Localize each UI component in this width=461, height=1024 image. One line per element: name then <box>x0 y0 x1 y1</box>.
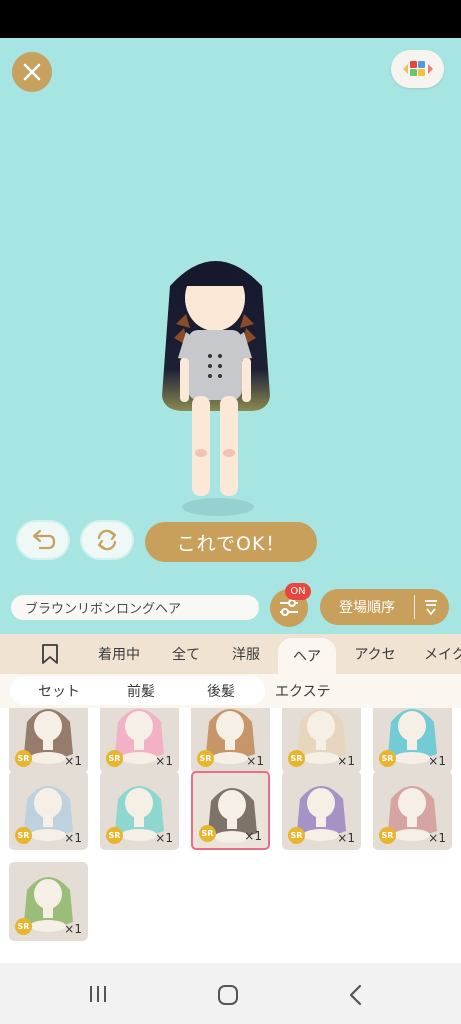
filter-on-badge: ON <box>285 583 311 600</box>
rarity-badge: SR <box>15 918 32 935</box>
hair-item-card[interactable]: SR ×1 <box>373 708 452 773</box>
subtab-back-hair[interactable]: 後髪 <box>207 674 235 708</box>
rarity-badge: SR <box>379 827 396 844</box>
hair-item-card[interactable]: SR ×1 <box>9 862 88 941</box>
hair-item-card[interactable]: SR ×1 <box>282 708 361 773</box>
rarity-badge: SR <box>288 827 305 844</box>
close-button[interactable] <box>12 52 52 92</box>
close-icon <box>23 63 41 81</box>
undo-button[interactable] <box>16 520 70 560</box>
hair-item-card[interactable]: SR ×1 <box>9 708 88 773</box>
item-count: ×1 <box>337 754 355 768</box>
back-icon[interactable] <box>346 983 366 1007</box>
item-count: ×1 <box>155 831 173 845</box>
hair-item-grid: SR ×1 SR ×1 SR ×1 SR ×1 SR ×1 SR ×1 SR ×1 SR ×1 SR ×1 SR ×1… <box>0 708 461 963</box>
rarity-badge: SR <box>288 750 305 767</box>
system-nav-bar <box>0 963 461 1024</box>
sort-order-button[interactable]: 登場順序 <box>320 589 449 625</box>
preview-stage: これでOK！ <box>0 38 461 580</box>
subtab-extensions[interactable]: エクステ <box>275 674 331 708</box>
rarity-badge: SR <box>15 827 32 844</box>
hair-item-card[interactable]: SR ×1 <box>100 708 179 773</box>
item-count: ×1 <box>64 922 82 936</box>
sort-divider <box>414 595 415 619</box>
item-count: ×1 <box>337 831 355 845</box>
rarity-badge: SR <box>197 750 214 767</box>
recents-icon[interactable] <box>87 983 109 1005</box>
rarity-badge: SR <box>106 827 123 844</box>
rarity-badge: SR <box>15 750 32 767</box>
item-count: ×1 <box>246 754 264 768</box>
undo-icon <box>32 529 56 550</box>
bookmark-icon <box>42 644 58 664</box>
item-count: ×1 <box>428 754 446 768</box>
item-count: ×1 <box>155 754 173 768</box>
item-count: ×1 <box>64 831 82 845</box>
item-count: ×1 <box>244 829 262 843</box>
rarity-badge: SR <box>106 750 123 767</box>
hair-subtabs: セット 前髪 後髪 エクステ <box>0 674 461 708</box>
rarity-badge: SR <box>379 750 396 767</box>
avatar-figure <box>162 261 270 496</box>
tab-hair[interactable]: ヘア <box>278 638 336 674</box>
item-count: ×1 <box>64 754 82 768</box>
subtab-set[interactable]: セット <box>38 674 80 708</box>
selected-item-name: ブラウンリボンロングヘア <box>11 595 259 620</box>
hair-item-card[interactable]: SR ×1 <box>100 771 179 850</box>
sliders-icon <box>280 599 298 616</box>
filter-bar: ブラウンリボンロングヘア ON 登場順序 <box>0 580 461 634</box>
rotate-button[interactable] <box>80 520 134 560</box>
tab-makeup[interactable]: メイク <box>424 634 461 674</box>
sort-down-icon <box>425 600 437 615</box>
subtab-bangs[interactable]: 前髪 <box>127 674 155 708</box>
home-icon[interactable] <box>216 983 240 1007</box>
hair-item-card[interactable]: SR ×1 <box>9 771 88 850</box>
category-tabs: 着用中 全て 洋服 ヘア アクセ メイク <box>0 634 461 674</box>
hair-item-card[interactable]: SR ×1 <box>191 771 270 850</box>
tab-accessory[interactable]: アクセ <box>346 634 404 674</box>
hair-item-card[interactable]: SR ×1 <box>191 708 270 773</box>
tab-wearing[interactable]: 着用中 <box>90 634 148 674</box>
sort-order-label: 登場順序 <box>339 600 395 616</box>
status-bar <box>0 0 461 38</box>
tab-all[interactable]: 全て <box>162 634 210 674</box>
tab-bookmark[interactable] <box>30 634 70 674</box>
color-palette-icon <box>402 61 433 76</box>
rotate-icon <box>97 529 117 551</box>
confirm-ok-button[interactable]: これでOK！ <box>145 522 317 562</box>
hair-item-card[interactable]: SR ×1 <box>373 771 452 850</box>
color-palette-button[interactable] <box>391 50 444 88</box>
rarity-badge: SR <box>199 825 216 842</box>
hair-item-card[interactable]: SR ×1 <box>282 771 361 850</box>
item-count: ×1 <box>428 831 446 845</box>
tab-clothes[interactable]: 洋服 <box>222 634 270 674</box>
